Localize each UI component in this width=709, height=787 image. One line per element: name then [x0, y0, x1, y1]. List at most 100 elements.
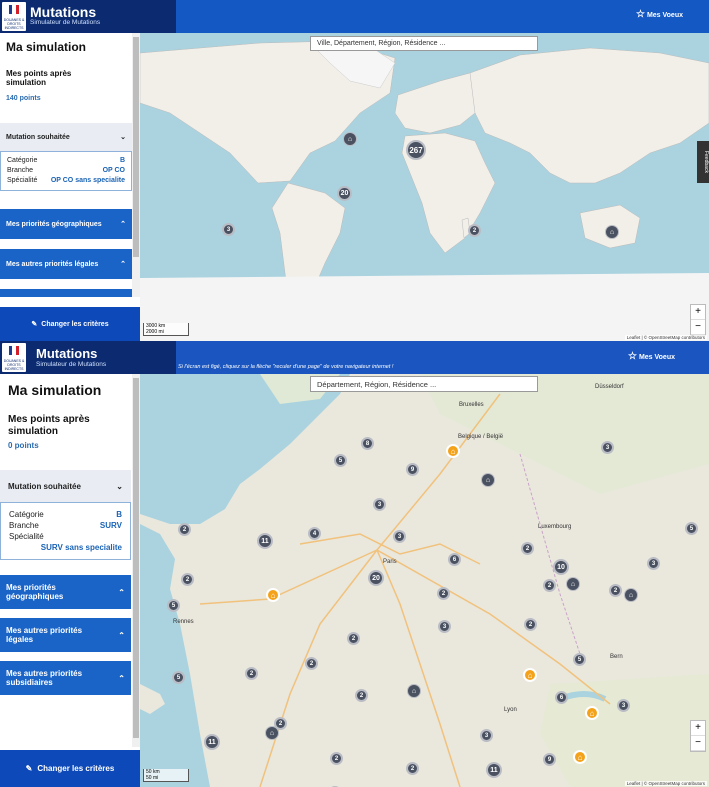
sidebar-scrollbar[interactable] [132, 33, 140, 297]
map-location-marker[interactable]: ⌂ [605, 225, 619, 239]
star-icon: ☆ [635, 9, 645, 20]
mes-voeux-button[interactable]: ☆ Mes Voeux [636, 9, 683, 20]
top-bar: DOUANES & DROITS INDIRECTS Mutations Sim… [0, 0, 709, 33]
map-cluster[interactable]: 2 [521, 542, 534, 555]
map-location-marker[interactable]: ⌂ [566, 577, 580, 591]
city-label-belgique: Belgique / België [458, 434, 504, 440]
map-cluster[interactable]: 5 [685, 522, 698, 535]
world-map[interactable]: Ville, Département, Région, Résidence ..… [140, 33, 709, 341]
map-location-marker[interactable]: ⌂ [407, 684, 421, 698]
map-cluster[interactable]: 2 [178, 523, 191, 536]
subsid-priorities-accordion[interactable]: Mes autres priorités subsidiaires ⌃ [0, 661, 131, 695]
map-attribution[interactable]: Leaflet | © OpenStreetMap contributors [624, 335, 707, 340]
map-cluster[interactable]: 20 [337, 186, 352, 201]
mutation-accordion-header[interactable]: Mutation souhaitée ⌄ [0, 470, 131, 502]
map-cluster[interactable]: 3 [393, 530, 406, 543]
map-cluster[interactable]: 11 [257, 533, 273, 549]
map-cluster[interactable]: 2 [245, 667, 258, 680]
map-cluster[interactable]: 6 [448, 553, 461, 566]
map-highlight-marker[interactable]: ⌂ [585, 706, 599, 720]
mutation-accordion: Mutation souhaitée ⌄ Catégorie B Branche O… [0, 123, 132, 191]
geo-priorities-accordion[interactable]: Mes priorités géographiques ⌃ [0, 575, 131, 609]
change-criteria-button[interactable]: ✎ Changer les critères [0, 307, 140, 341]
map-cluster[interactable]: 5 [167, 599, 180, 612]
map-cluster[interactable]: 3 [480, 729, 493, 742]
screen-world-view: DOUANES & DROITS INDIRECTS Mutations Sim… [0, 0, 709, 341]
map-cluster[interactable]: 11 [204, 734, 220, 750]
map-cluster[interactable]: 4 [308, 527, 321, 540]
sidebar: Ma simulation Mes points après simulatio… [0, 33, 141, 341]
city-label-bruxelles: Bruxelles [459, 402, 484, 408]
subsid-priorities-accordion-partial[interactable] [0, 289, 132, 297]
map-cluster[interactable]: 5 [172, 671, 185, 684]
map-location-marker[interactable]: ⌂ [343, 132, 357, 146]
zoom-in-button[interactable]: + [691, 305, 705, 320]
feedback-tab[interactable]: Feedback [697, 141, 709, 183]
map-cluster[interactable]: 2 [609, 584, 622, 597]
map-cluster[interactable]: 267 [406, 140, 426, 160]
map-cluster[interactable]: 11 [486, 762, 502, 778]
map-cluster[interactable]: 3 [222, 223, 235, 236]
map-highlight-marker[interactable]: ⌂ [523, 668, 537, 682]
map-cluster[interactable]: 3 [373, 498, 386, 511]
map-cluster[interactable]: 3 [601, 441, 614, 454]
map-location-marker[interactable]: ⌂ [265, 726, 279, 740]
sidebar: Ma simulation Mes points après simulatio… [0, 374, 141, 787]
search-input[interactable]: Ville, Département, Région, Résidence ..… [310, 36, 538, 51]
map-cluster[interactable]: 10 [553, 559, 569, 575]
map-cluster[interactable]: 3 [647, 557, 660, 570]
map-cluster[interactable]: 9 [543, 753, 556, 766]
map-cluster[interactable]: 2 [347, 632, 360, 645]
brand-block[interactable]: DOUANES & DROITS INDIRECTS Mutations Sim… [0, 341, 176, 374]
map-cluster[interactable]: 9 [406, 463, 419, 476]
map-cluster[interactable]: 2 [330, 752, 343, 765]
map-cluster[interactable]: 6 [555, 691, 568, 704]
map-highlight-marker[interactable]: ⌂ [266, 588, 280, 602]
zoom-out-button[interactable]: − [691, 736, 705, 751]
sidebar-scrollbar[interactable] [132, 374, 140, 747]
map-cluster[interactable]: 5 [334, 454, 347, 467]
map-cluster[interactable]: 2 [406, 762, 419, 775]
map-cluster[interactable]: 3 [438, 620, 451, 633]
chevron-up-icon: ⌃ [118, 673, 125, 683]
city-label-luxembourg: Luxembourg [538, 524, 572, 530]
city-label-rennes: Rennes [173, 619, 194, 625]
map-cluster[interactable]: 8 [361, 437, 374, 450]
map-cluster[interactable]: 2 [181, 573, 194, 586]
map-cluster[interactable]: 2 [355, 689, 368, 702]
brand-block[interactable]: DOUANES & DROITS INDIRECTS Mutations Sim… [0, 0, 176, 33]
map-cluster[interactable]: 5 [573, 653, 586, 666]
map-cluster[interactable]: 2 [305, 657, 318, 670]
pencil-icon: ✎ [25, 764, 33, 773]
map-cluster[interactable]: 2 [543, 579, 556, 592]
mes-voeux-button[interactable]: ☆ Mes Voeux [628, 351, 675, 362]
map-cluster[interactable]: 2 [437, 587, 450, 600]
map-location-marker[interactable]: ⌂ [481, 473, 495, 487]
change-criteria-button[interactable]: ✎ Changer les critères [0, 750, 140, 787]
points-value: 0 points [8, 441, 39, 450]
criteria-box: Catégorie B Branche SURV Spécialité SURV s… [0, 502, 131, 560]
zoom-out-button[interactable]: − [691, 320, 705, 335]
map-attribution[interactable]: Leaflet | © OpenStreetMap contributors [624, 781, 707, 786]
geo-priorities-accordion[interactable]: Mes priorités géographiques ⌃ [0, 209, 132, 239]
map-cluster[interactable]: 2 [524, 618, 537, 631]
france-map[interactable]: Département, Région, Résidence ... Bruxe… [140, 374, 709, 787]
city-label-bern: Bern [610, 654, 623, 660]
map-cluster[interactable]: 2 [468, 224, 481, 237]
douane-logo: DOUANES & DROITS INDIRECTS [2, 343, 26, 372]
map-cluster[interactable]: 3 [617, 699, 630, 712]
legal-priorities-accordion[interactable]: Mes autres priorités légales ⌃ [0, 249, 132, 279]
zoom-in-button[interactable]: + [691, 721, 705, 736]
app-title: Mutations [36, 346, 98, 361]
chevron-up-icon: ⌃ [120, 221, 126, 228]
legal-priorities-accordion[interactable]: Mes autres priorités légales ⌃ [0, 618, 131, 652]
map-cluster[interactable]: 20 [368, 570, 384, 586]
map-location-marker[interactable]: ⌂ [624, 588, 638, 602]
search-input[interactable]: Département, Région, Résidence ... [310, 376, 538, 392]
map-highlight-marker[interactable]: ⌂ [573, 750, 587, 764]
chevron-down-icon: ⌄ [116, 481, 123, 491]
map-zoom-control: + − [690, 720, 706, 752]
frozen-screen-message: Si l'écran est figé, cliquez sur la flèc… [178, 364, 394, 370]
mutation-accordion-header[interactable]: Mutation souhaitée ⌄ [0, 123, 132, 151]
map-highlight-marker[interactable]: ⌂ [446, 444, 460, 458]
